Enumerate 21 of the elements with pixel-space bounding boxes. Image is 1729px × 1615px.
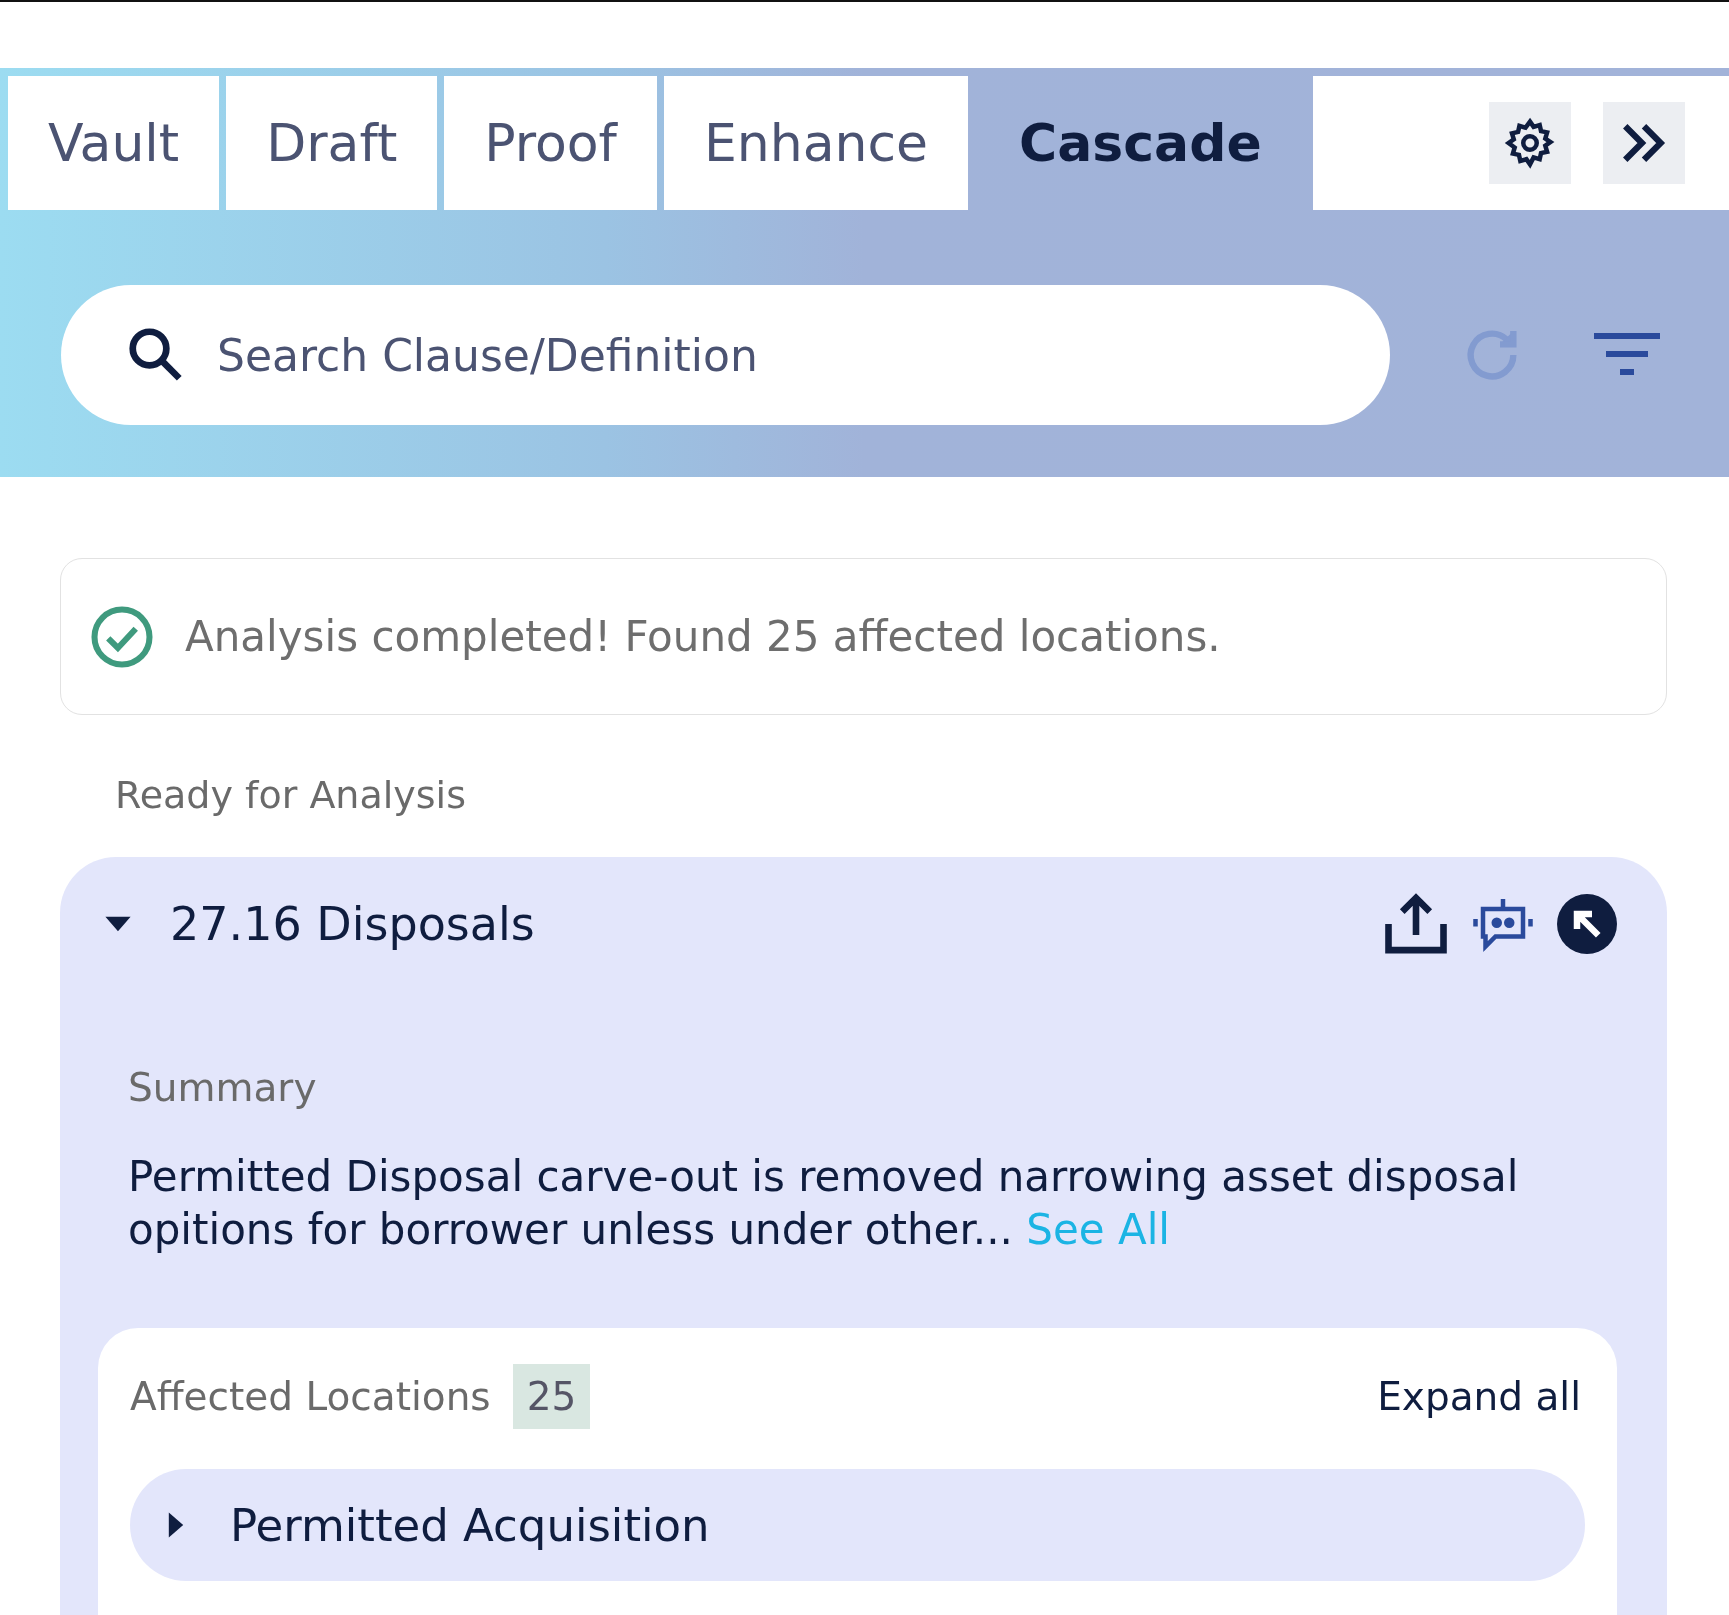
tab[interactable]: Draft (226, 76, 438, 210)
settings-icon (1503, 116, 1557, 170)
location-item[interactable]: Permitted Acquisition (130, 1469, 1585, 1581)
summary-text: Permitted Disposal carve-out is removed narrowing asset disposal opitions for borrower unless under other... See All (128, 1151, 1520, 1256)
arrow-circle-icon[interactable] (1557, 894, 1617, 954)
summary-label: Summary (128, 1065, 317, 1110)
status-message: Analysis completed! Found 25 affected locations. (185, 612, 1221, 661)
clause-title: 27.16 Disposals (170, 897, 536, 951)
tab[interactable]: Enhance (663, 76, 969, 210)
expand-all-button[interactable]: Expand all (1377, 1374, 1581, 1419)
tab[interactable]: Vault (8, 76, 220, 210)
locations-label: Affected Locations (130, 1374, 491, 1419)
tab[interactable]: Cascade (975, 76, 1306, 210)
search-field[interactable]: Search Clause/Definition (61, 285, 1390, 425)
count-badge: 25 (512, 1364, 591, 1429)
share-icon[interactable] (1383, 893, 1449, 955)
tab[interactable]: Proof (444, 76, 657, 210)
location-title: Permitted Acquisition (230, 1498, 710, 1552)
collapse-button[interactable] (1603, 102, 1685, 184)
section-label: Ready for Analysis (115, 773, 466, 817)
settings-button[interactable] (1489, 102, 1571, 184)
